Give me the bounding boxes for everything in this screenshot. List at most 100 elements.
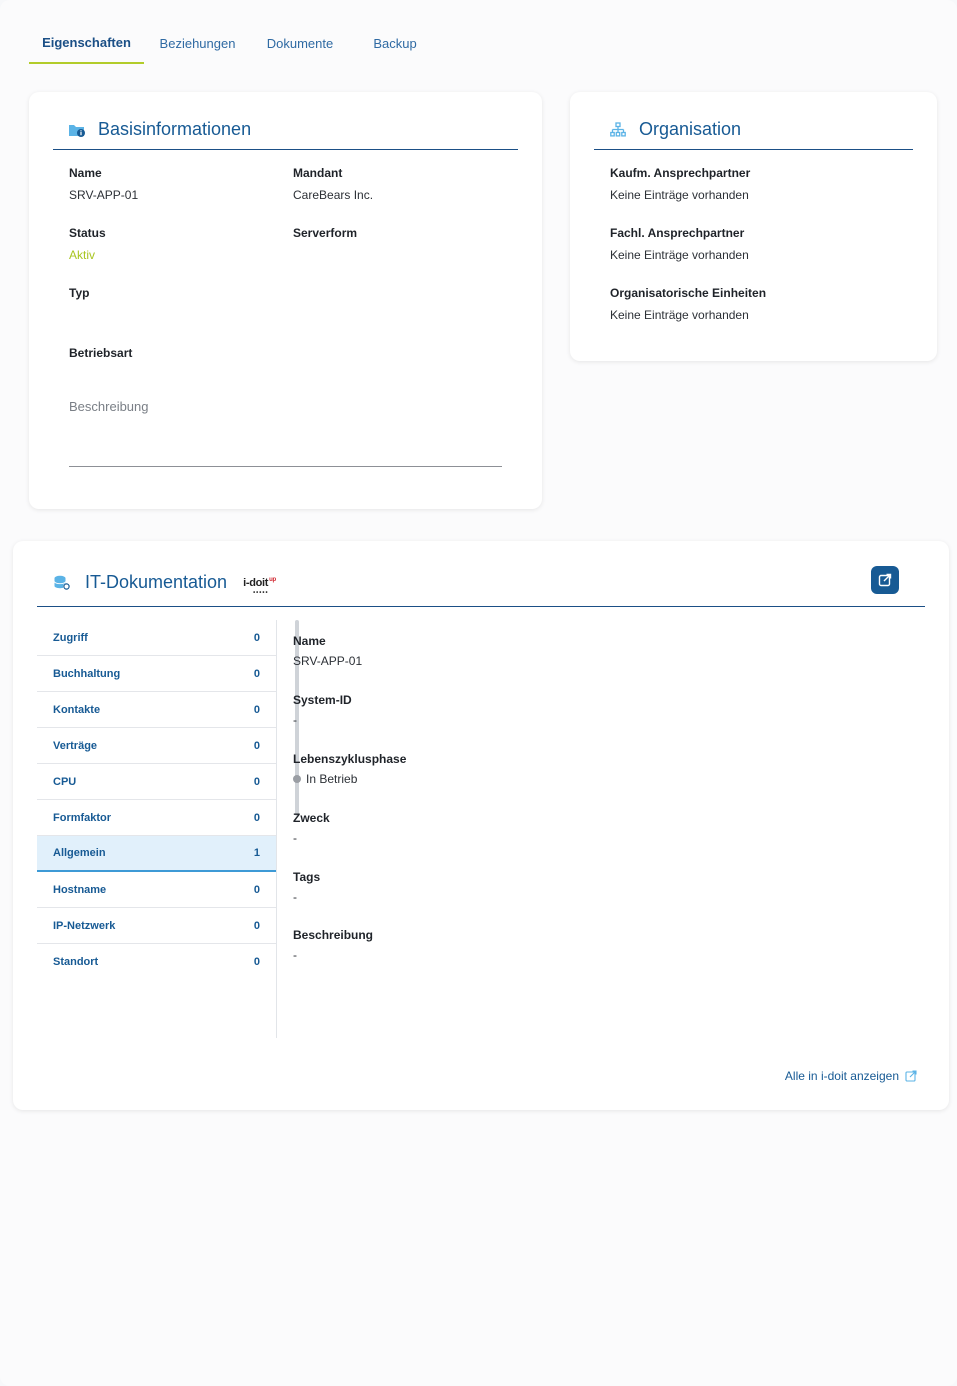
detail-value: - (293, 890, 297, 904)
detail-label: System-ID (293, 693, 352, 707)
list-item-count: 1 (253, 847, 260, 859)
organisation-card: Organisation Kaufm. Ansprechpartner Kein… (570, 92, 937, 361)
list-item-label: Allgemein (53, 847, 106, 859)
betriebsart-field: Betriebsart (69, 346, 132, 360)
detail-zweck: Zweck - (293, 811, 330, 845)
category-zugriff[interactable]: Zugriff 0 (37, 620, 276, 656)
beschreibung-underline (69, 466, 502, 467)
list-item-count: 0 (253, 956, 260, 968)
kaufm-ansprechpartner-value: Keine Einträge vorhanden (610, 188, 749, 202)
list-item-label: Hostname (53, 883, 107, 896)
category-buchhaltung[interactable]: Buchhaltung 0 (37, 656, 276, 692)
tab-eigenschaften[interactable]: Eigenschaften (29, 22, 144, 64)
category-allgemein[interactable]: Allgemein 1 (37, 836, 276, 872)
category-kontakte[interactable]: Kontakte 0 (37, 692, 276, 728)
kaufm-ansprechpartner-field: Kaufm. Ansprechpartner Keine Einträge vo… (610, 166, 750, 202)
org-einheiten-value: Keine Einträge vorhanden (610, 308, 749, 322)
name-value: SRV-APP-01 (69, 188, 139, 202)
organisation-title: Organisation (639, 119, 742, 139)
list-item-count: 0 (253, 667, 260, 680)
list-item-label: CPU (53, 775, 77, 788)
list-item-label: Standort (53, 956, 99, 968)
open-external-button[interactable] (871, 566, 899, 594)
tab-dokumente[interactable]: Dokumente (251, 22, 349, 64)
folder-info-icon (68, 121, 86, 139)
org-einheiten-label: Organisatorische Einheiten (610, 286, 767, 300)
detail-system-id: System-ID - (293, 693, 352, 727)
external-link-icon (878, 573, 892, 587)
list-item-label: Formfaktor (53, 811, 112, 824)
category-vertraege[interactable]: Verträge 0 (37, 728, 276, 764)
category-ip-netzwerk[interactable]: IP-Netzwerk 0 (37, 908, 276, 944)
mandant-label: Mandant (293, 166, 343, 180)
detail-value: - (293, 948, 297, 962)
detail-value: In Betrieb (306, 772, 358, 786)
org-chart-icon (609, 121, 627, 139)
fachl-ansprechpartner-value: Keine Einträge vorhanden (610, 248, 749, 262)
status-dot-icon (293, 775, 301, 783)
detail-label: Tags (293, 870, 321, 884)
category-hostname[interactable]: Hostname 0 (37, 872, 276, 908)
basisinformationen-card: Basisinformationen Name SRV-APP-01 Manda… (29, 92, 542, 509)
typ-label: Typ (69, 286, 90, 300)
show-all-in-idoit-link[interactable]: Alle in i-doit anzeigen (785, 1069, 917, 1083)
serverform-label: Serverform (293, 226, 358, 240)
status-value: Aktiv (69, 248, 96, 262)
name-label: Name (69, 166, 102, 180)
detail-label: Lebenszyklusphase (293, 752, 407, 766)
detail-label: Zweck (293, 811, 330, 825)
tab-backup[interactable]: Backup (349, 22, 441, 64)
category-formfaktor[interactable]: Formfaktor 0 (37, 800, 276, 836)
list-item-count: 0 (253, 703, 260, 716)
mandant-value: CareBears Inc. (293, 188, 374, 202)
detail-lebenszyklusphase: Lebenszyklusphase In Betrieb (293, 752, 406, 786)
detail-label: Name (293, 634, 326, 648)
betriebsart-label: Betriebsart (69, 346, 133, 360)
status-label: Status (69, 226, 106, 240)
list-item-label: IP-Netzwerk (53, 919, 116, 932)
tab-beziehungen[interactable]: Beziehungen (144, 22, 251, 64)
fachl-ansprechpartner-field: Fachl. Ansprechpartner Keine Einträge vo… (610, 226, 749, 262)
beschreibung-input[interactable]: Beschreibung (69, 399, 149, 414)
it-dokumentation-card: IT-Dokumentation i-doitup ••••• Zugriff 0… (13, 541, 949, 1110)
detail-tags: Tags - (293, 870, 320, 904)
status-field: Status Aktiv (69, 226, 106, 262)
basisinformationen-header: Basisinformationen (53, 110, 518, 150)
detail-label: Beschreibung (293, 928, 374, 942)
list-item-label: Buchhaltung (53, 667, 121, 680)
detail-name: Name SRV-APP-01 (293, 634, 362, 668)
tab-bar: Eigenschaften Beziehungen Dokumente Back… (29, 22, 441, 64)
category-standort[interactable]: Standort 0 (37, 944, 276, 980)
show-all-label: Alle in i-doit anzeigen (784, 1069, 899, 1083)
kaufm-ansprechpartner-label: Kaufm. Ansprechpartner (610, 166, 751, 180)
detail-value: SRV-APP-01 (293, 654, 363, 668)
list-item-label: Zugriff (53, 631, 88, 644)
external-link-icon (905, 1070, 917, 1082)
basisinformationen-title: Basisinformationen (98, 119, 252, 139)
detail-beschreibung: Beschreibung - (293, 928, 373, 962)
it-dokumentation-header: IT-Dokumentation i-doitup ••••• (37, 559, 925, 607)
list-item-count: 0 (253, 919, 260, 932)
detail-value: - (293, 713, 297, 727)
name-field: Name SRV-APP-01 (69, 166, 138, 202)
org-einheiten-field: Organisatorische Einheiten Keine Einträg… (610, 286, 766, 322)
database-icon (53, 574, 71, 592)
fachl-ansprechpartner-label: Fachl. Ansprechpartner (610, 226, 745, 240)
list-item-count: 0 (253, 883, 260, 896)
mandant-field: Mandant CareBears Inc. (293, 166, 373, 202)
organisation-header: Organisation (594, 110, 913, 150)
list-item-count: 0 (253, 631, 260, 644)
serverform-field: Serverform (293, 226, 357, 240)
typ-field: Typ (69, 286, 89, 300)
it-dokumentation-title: IT-Dokumentation (85, 572, 228, 592)
list-item-count: 0 (253, 811, 260, 824)
list-item-count: 0 (253, 739, 260, 752)
detail-value: - (293, 831, 297, 845)
i-doit-logo: i-doitup ••••• (243, 576, 276, 596)
list-item-label: Kontakte (53, 703, 101, 716)
lifecycle-value: In Betrieb (293, 772, 406, 786)
list-item-count: 0 (253, 775, 260, 788)
list-item-label: Verträge (53, 739, 98, 752)
category-list: Zugriff 0 Buchhaltung 0 Kontakte 0 Verträge… (37, 620, 299, 1038)
category-cpu[interactable]: CPU 0 (37, 764, 276, 800)
